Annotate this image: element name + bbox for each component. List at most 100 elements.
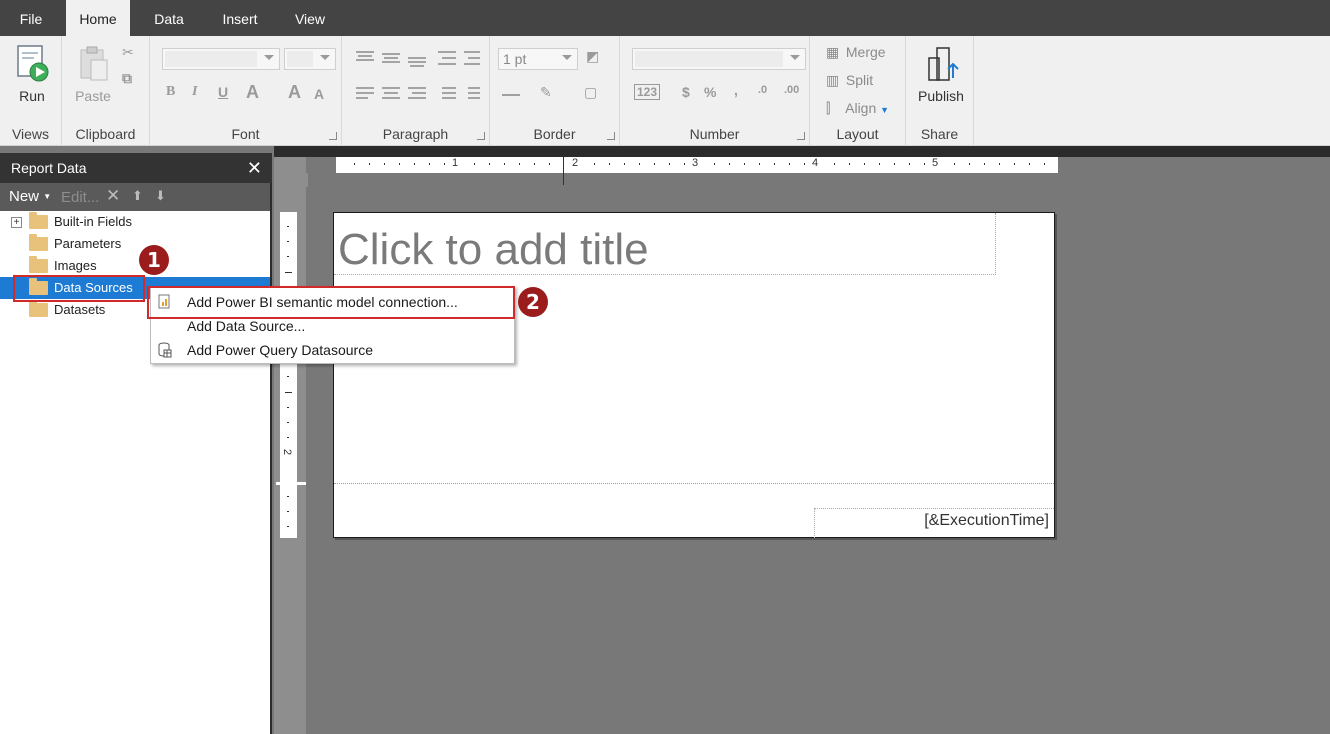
menu-bar: File Home Data Insert View [0,0,1330,36]
border-pen-icon[interactable]: ✎ [540,84,552,101]
callout-badge-2: 2 [518,287,548,317]
grow-font-icon[interactable]: A [288,82,301,103]
canvas-top-strip [274,146,1330,157]
ruler-corner [274,173,308,187]
move-down-icon[interactable]: ⬇ [155,188,166,204]
publish-button[interactable]: Publish [916,44,966,104]
font-dialog-launcher-icon[interactable] [329,132,337,140]
tree-item-label: Images [54,258,97,273]
shrink-font-icon[interactable]: A [314,86,324,102]
ruler-number: 2 [281,448,294,456]
ruler-section-marker [276,482,306,485]
border-color-icon[interactable]: ◩ [586,48,599,65]
folder-icon [29,212,48,229]
tab-view[interactable]: View [282,0,338,36]
menu-item-label: Add Power Query Datasource [187,342,373,358]
folder-icon [29,234,48,251]
placeholder-format-icon[interactable]: 123 [634,84,661,100]
font-size-select[interactable] [284,48,336,70]
ruler-ticks [354,163,1045,165]
border-group-label: Border [533,126,576,142]
ribbon: Run Views Paste ✂ ⧉ Clipboard B I U A A … [0,36,1330,146]
font-family-select[interactable] [162,48,280,70]
split-icon: ▥ [826,72,840,88]
paste-button[interactable]: Paste [72,44,114,104]
clipboard-group: Paste ✂ ⧉ Clipboard [62,36,150,146]
decrease-decimal-icon[interactable]: .00 [784,84,799,96]
panel-header: Report Data ✕ [0,153,272,183]
comma-icon[interactable]: , [734,82,738,98]
views-group-label: Views [11,126,50,142]
execution-time-textbox[interactable]: [&ExecutionTime] [814,508,1054,538]
copy-icon[interactable]: ⧉ [122,70,132,87]
paragraph-group-label: Paragraph [382,126,449,142]
new-label: New [9,188,40,205]
border-width-select[interactable]: 1 pt [498,48,578,70]
run-icon [14,44,50,84]
new-button[interactable]: New ▼ [9,188,51,205]
paste-icon [75,44,111,84]
close-icon[interactable]: ✕ [247,153,262,183]
share-group: Publish Share [906,36,974,146]
callout-highlight-menu-item [147,286,515,319]
report-page[interactable]: Click to add title [&ExecutionTime] [333,212,1055,538]
menu-item-label: Add Data Source... [187,318,306,334]
folder-icon [29,256,48,273]
number-format-select[interactable] [632,48,806,70]
border-box-icon[interactable]: ▢ [584,84,597,101]
number-dialog-launcher-icon[interactable] [797,132,805,140]
vertical-ruler: 2 [280,212,297,538]
execution-time-expression: [&ExecutionTime] [924,512,1049,529]
panel-toolbar: New ▼ Edit... ✕ ⬆ ⬇ [0,183,270,211]
run-button[interactable]: Run [10,44,54,104]
tree-item-parameters[interactable]: Parameters [0,233,270,255]
layout-group-label: Layout [836,126,879,142]
increase-decimal-icon[interactable]: .0 [758,84,767,96]
align-icon: ⫿ [826,100,831,116]
split-button[interactable]: ▥ Split [826,72,873,89]
power-query-icon [158,342,172,358]
bold-icon[interactable]: B [166,84,175,100]
expand-icon[interactable]: + [11,217,22,228]
paste-label: Paste [75,88,111,104]
split-label: Split [845,72,874,88]
paragraph-icons[interactable] [352,48,482,118]
title-textbox[interactable]: Click to add title [334,213,996,275]
paragraph-dialog-launcher-icon[interactable] [477,132,485,140]
chevron-down-icon: ▼ [43,192,52,201]
layout-group: ▦ Merge ▥ Split ⫿ Align ▼ Layout [810,36,906,146]
clipboard-group-label: Clipboard [75,126,136,142]
edit-button[interactable]: Edit... [61,189,99,206]
font-group-label: Font [231,126,260,142]
menu-item-add-power-query-datasource[interactable]: Add Power Query Datasource [151,338,514,362]
paragraph-group: Paragraph [342,36,490,146]
border-width-value: 1 pt [503,51,527,67]
publish-icon [923,44,959,84]
tab-insert[interactable]: Insert [208,0,272,36]
italic-icon[interactable]: I [192,84,197,100]
underline-icon[interactable]: U [218,84,228,100]
font-color-icon[interactable]: A [246,82,259,103]
align-label: Align [845,100,877,116]
align-dropdown-icon: ▼ [880,105,890,115]
currency-icon[interactable]: $ [682,84,690,100]
delete-icon[interactable]: ✕ [106,186,120,206]
percent-icon[interactable]: % [704,84,716,100]
align-button[interactable]: ⫿ Align ▼ [826,100,889,117]
tree-item-label: Parameters [54,236,122,251]
border-style-icon[interactable] [502,94,520,96]
callout-badge-1: 1 [139,245,169,275]
tab-data[interactable]: Data [140,0,198,36]
cut-icon[interactable]: ✂ [122,44,134,61]
report-data-panel: Report Data ✕ New ▼ Edit... ✕ ⬆ ⬇ + Buil… [0,153,272,734]
tab-file[interactable]: File [0,0,62,36]
tree-item-built-in-fields[interactable]: + Built-in Fields [0,211,270,233]
move-up-icon[interactable]: ⬆ [132,188,143,204]
views-group: Run Views [0,36,62,146]
merge-button[interactable]: ▦ Merge [826,44,886,61]
border-dialog-launcher-icon[interactable] [607,132,615,140]
panel-title: Report Data [11,160,87,176]
tab-home[interactable]: Home [66,0,130,36]
number-group-label: Number [689,126,740,142]
tree-item-images[interactable]: Images [0,255,270,277]
